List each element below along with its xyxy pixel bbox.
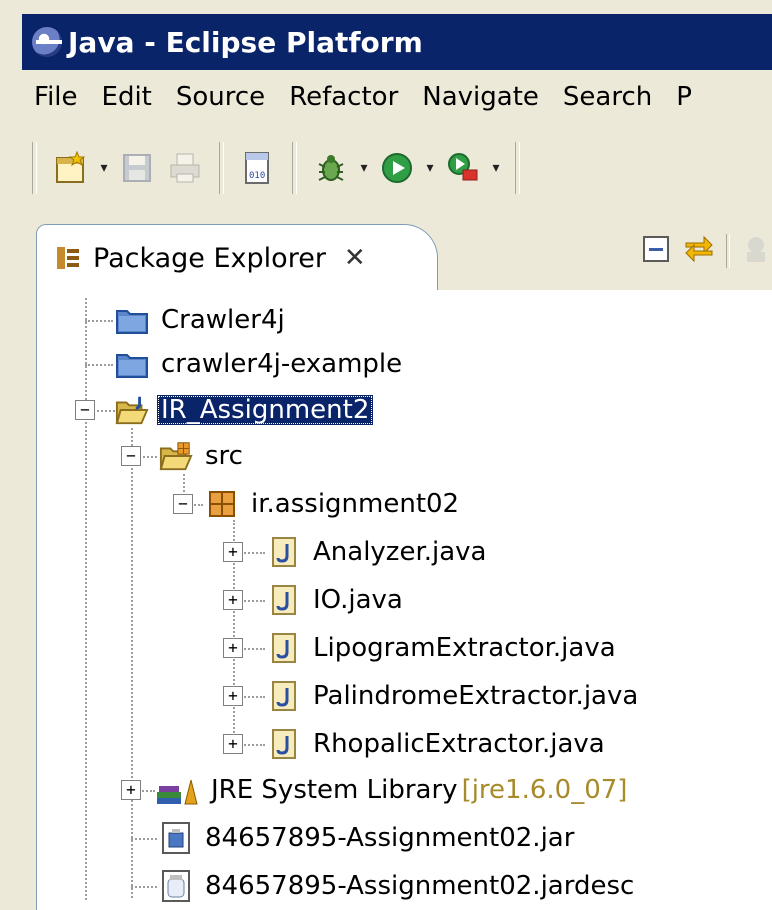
menu-navigate[interactable]: Navigate <box>410 82 551 112</box>
run-icon[interactable] <box>375 146 419 190</box>
expand-icon[interactable]: + <box>223 638 243 658</box>
closed-project-icon <box>115 303 149 337</box>
close-icon[interactable]: ✕ <box>344 243 366 273</box>
menu-search[interactable]: Search <box>551 82 664 112</box>
collapse-icon[interactable]: − <box>121 446 141 466</box>
tree-item-crawler4j[interactable]: Crawler4j <box>115 298 289 342</box>
tab-label: Package Explorer <box>93 242 326 274</box>
tree-item-label: crawler4j-example <box>161 349 403 379</box>
expand-icon[interactable]: + <box>223 686 243 706</box>
package-icon <box>205 487 239 521</box>
library-icon <box>155 773 199 807</box>
tree-item-analyzer-java[interactable]: Analyzer.java <box>267 530 491 574</box>
tree-guide <box>85 364 113 366</box>
run-dropdown[interactable]: ▾ <box>421 146 439 190</box>
menu-refactor[interactable]: Refactor <box>277 82 410 112</box>
svg-text:010: 010 <box>249 171 265 181</box>
eclipse-window: Java - Eclipse Platform File Edit Source… <box>0 0 772 910</box>
new-wizard-dropdown[interactable]: ▾ <box>95 146 113 190</box>
tree-item-jardesc-file[interactable]: 84657895-Assignment02.jardesc <box>159 864 638 908</box>
jre-version-decoration: [jre1.6.0_07] <box>461 775 628 805</box>
collapse-icon[interactable]: − <box>75 400 95 420</box>
tree-item-src[interactable]: src <box>159 434 247 478</box>
tree-guide <box>85 320 113 322</box>
print-icon[interactable] <box>163 146 207 190</box>
tree-item-palindromeextractor-java[interactable]: PalindromeExtractor.java <box>267 674 642 718</box>
java-file-icon <box>267 535 301 569</box>
closed-project-icon <box>115 347 149 381</box>
tree-item-lipogramextractor-java[interactable]: LipogramExtractor.java <box>267 626 620 670</box>
tree-item-label: Crawler4j <box>161 305 285 335</box>
tree-item-jar-file[interactable]: 84657895-Assignment02.jar <box>159 816 578 860</box>
tree-item-io-java[interactable]: IO.java <box>267 578 407 622</box>
eclipse-app-icon <box>32 27 62 57</box>
tree-item-label: src <box>205 441 243 471</box>
tree-guide <box>131 428 133 898</box>
tree-item-label: JRE System Library <box>211 775 458 805</box>
tree-item-rhopalicextractor-java[interactable]: RhopalicExtractor.java <box>267 722 609 766</box>
expand-icon[interactable]: + <box>223 590 243 610</box>
debug-icon[interactable] <box>309 146 353 190</box>
tree-item-jre-system-library[interactable]: JRE System Library [jre1.6.0_07] <box>155 768 627 812</box>
tree-item-label: IO.java <box>313 585 403 615</box>
package-explorer-tree: − − − + + + + + + Crawler4j crawler4j-ex… <box>36 290 772 910</box>
focus-icon[interactable] <box>740 233 772 269</box>
package-explorer-icon <box>51 241 85 275</box>
tree-item-label: LipogramExtractor.java <box>313 633 616 663</box>
tree-guide <box>131 838 157 840</box>
tree-item-label: RhopalicExtractor.java <box>313 729 605 759</box>
tree-item-label: 84657895-Assignment02.jar <box>205 823 575 853</box>
expand-icon[interactable]: + <box>121 780 141 800</box>
link-with-editor-icon[interactable] <box>682 232 716 270</box>
title-bar[interactable]: Java - Eclipse Platform <box>22 14 772 70</box>
menu-source[interactable]: Source <box>164 82 277 112</box>
java-file-icon <box>267 631 301 665</box>
tree-item-package-ir-assignment02[interactable]: ir.assignment02 <box>205 482 463 526</box>
external-tools-dropdown[interactable]: ▾ <box>487 146 505 190</box>
menu-project[interactable]: P <box>664 82 704 112</box>
tree-item-ir-assignment2[interactable]: IR_Assignment2 <box>115 388 374 432</box>
source-folder-icon <box>159 439 193 473</box>
expand-icon[interactable]: + <box>223 734 243 754</box>
menu-edit[interactable]: Edit <box>90 82 164 112</box>
main-toolbar: ▾ 010 ▾ ▾ ▾ <box>22 124 772 212</box>
java-file-icon <box>267 583 301 617</box>
expand-icon[interactable]: + <box>223 542 243 562</box>
java-project-open-icon <box>115 393 149 427</box>
java-file-icon <box>267 679 301 713</box>
tree-item-label: PalindromeExtractor.java <box>313 681 639 711</box>
java-file-icon <box>267 727 301 761</box>
tree-item-label: 84657895-Assignment02.jardesc <box>205 871 635 901</box>
menu-bar: File Edit Source Refactor Navigate Searc… <box>22 70 772 124</box>
tree-guide <box>131 886 157 888</box>
save-icon[interactable] <box>115 146 159 190</box>
window-title: Java - Eclipse Platform <box>68 25 423 59</box>
external-tools-icon[interactable] <box>441 146 485 190</box>
collapse-all-icon[interactable] <box>640 233 672 269</box>
open-type-icon[interactable]: 010 <box>236 146 280 190</box>
menu-file[interactable]: File <box>22 82 90 112</box>
collapse-icon[interactable]: − <box>173 494 193 514</box>
tree-item-label: Analyzer.java <box>313 537 487 567</box>
jardesc-file-icon <box>159 869 193 903</box>
toolbar-separator <box>219 142 224 194</box>
tree-item-label: ir.assignment02 <box>251 489 460 519</box>
toolbar-separator <box>515 142 520 194</box>
toolbar-separator <box>292 142 297 194</box>
view-toolbar <box>640 232 772 270</box>
view-tab-bar: Package Explorer ✕ <box>36 212 772 291</box>
toolbar-separator <box>32 142 37 194</box>
tree-guide <box>85 298 87 900</box>
tree-item-label: IR_Assignment2 <box>157 395 374 425</box>
toolbar-separator <box>726 234 730 268</box>
new-wizard-icon[interactable] <box>49 146 93 190</box>
tree-item-crawler4j-example[interactable]: crawler4j-example <box>115 342 406 386</box>
jar-file-icon <box>159 821 193 855</box>
tab-package-explorer[interactable]: Package Explorer ✕ <box>36 224 438 291</box>
debug-dropdown[interactable]: ▾ <box>355 146 373 190</box>
